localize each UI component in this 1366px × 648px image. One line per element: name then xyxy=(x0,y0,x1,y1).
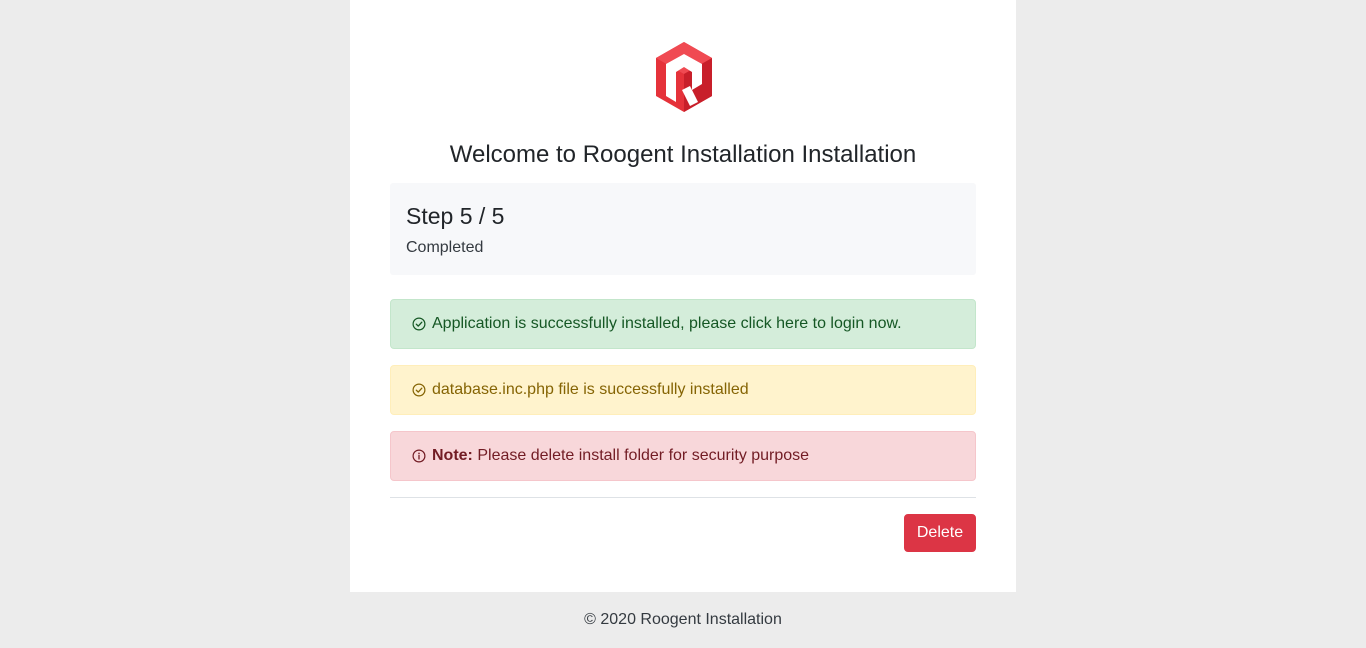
divider xyxy=(390,497,976,498)
warning-alert-text: database.inc.php file is successfully in… xyxy=(432,381,749,398)
success-alert-text[interactable]: Application is successfully installed, p… xyxy=(432,300,902,348)
danger-alert-text: Please delete install folder for securit… xyxy=(477,447,810,464)
check-circle-icon xyxy=(412,383,426,397)
warning-alert: database.inc.php file is successfully in… xyxy=(390,365,976,415)
success-alert[interactable]: Application is successfully installed, p… xyxy=(390,299,976,349)
step-title: Step 5 / 5 xyxy=(406,203,505,229)
info-circle-icon xyxy=(412,449,426,463)
step-status: Completed xyxy=(406,239,484,256)
delete-button[interactable]: Delete xyxy=(904,514,976,552)
install-card: Welcome to Roogent Installation Installa… xyxy=(350,0,1016,592)
note-label: Note: xyxy=(432,447,473,464)
footer-copyright: © 2020 Roogent Installation xyxy=(584,611,782,628)
step-panel: Step 5 / 5 Completed xyxy=(390,183,976,275)
page-title: Welcome to Roogent Installation Installa… xyxy=(449,141,917,168)
danger-alert-message: Note: Please delete install folder for s… xyxy=(432,432,809,480)
roogent-logo xyxy=(656,42,712,112)
check-circle-icon xyxy=(412,317,426,331)
danger-alert: Note: Please delete install folder for s… xyxy=(390,431,976,481)
